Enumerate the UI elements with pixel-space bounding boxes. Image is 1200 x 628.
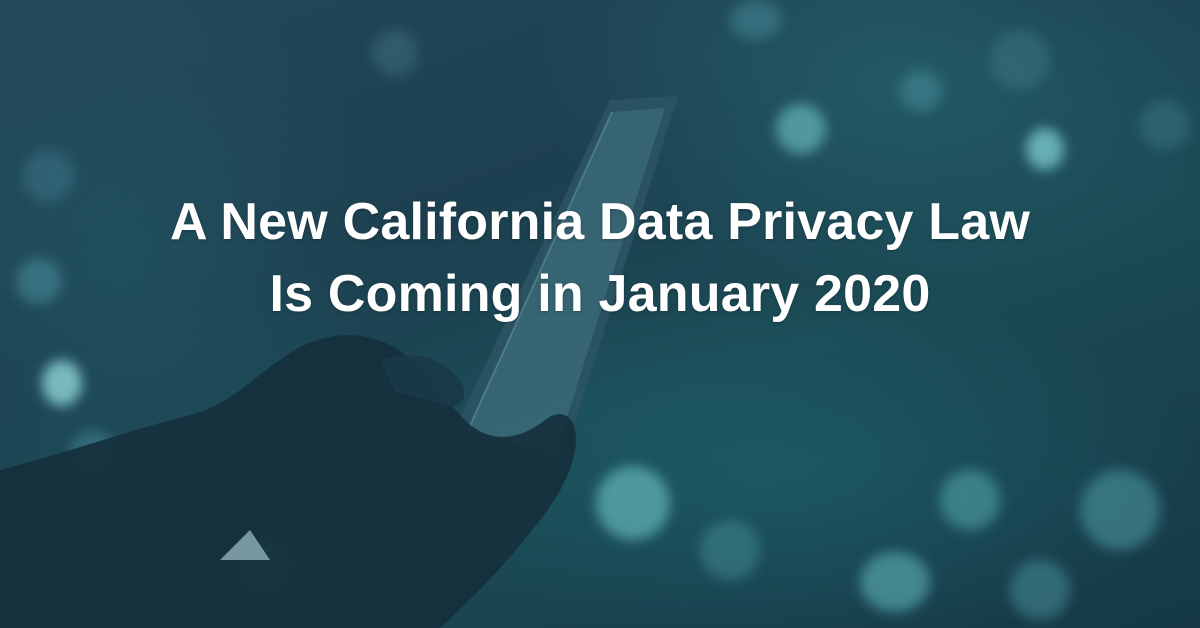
headline: A New California Data Privacy Law Is Com… bbox=[0, 186, 1200, 330]
banner-image: A New California Data Privacy Law Is Com… bbox=[0, 0, 1200, 628]
headline-line-1: A New California Data Privacy Law bbox=[169, 193, 1031, 251]
headline-line-2: Is Coming in January 2020 bbox=[269, 265, 931, 323]
